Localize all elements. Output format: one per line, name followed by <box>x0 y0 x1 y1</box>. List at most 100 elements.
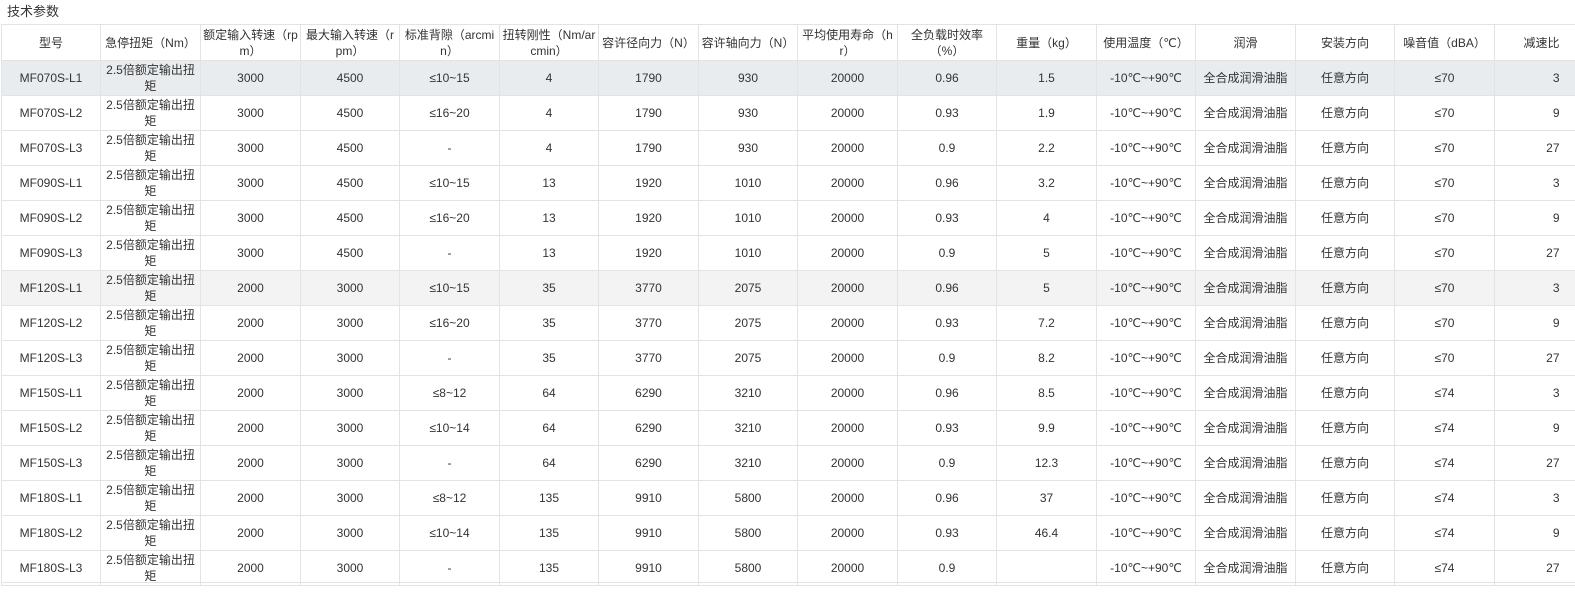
cell-rated-input-speed: 3000 <box>200 235 301 271</box>
cell-service-life: 20000 <box>797 200 898 236</box>
cell-rated-input-speed: 2000 <box>200 270 301 306</box>
cell-model: MF090S-L3 <box>1 235 101 271</box>
cell-mounting: 任意方向 <box>1295 375 1395 411</box>
cell-axial-force: 2075 <box>698 305 798 341</box>
col-header-radial-force: 容许径向力（N） <box>598 24 699 61</box>
cell-torsional-rigidity: 35 <box>499 340 599 376</box>
col-header-temperature: 使用温度（℃） <box>1096 24 1196 61</box>
cell-torsional-rigidity: 64 <box>499 410 599 446</box>
cell-model: MF150S-L3 <box>1 445 101 481</box>
spec-table: 型号 急停扭矩（Nm） 额定输入转速（rpm） 最大输入转速（rpm） 标准背隙… <box>1 24 1575 586</box>
cell-emergency-stop-torque: 2.5倍额定输出扭矩 <box>100 375 201 411</box>
cell-ratio: 27 <box>1494 550 1575 586</box>
cell-radial-force: 1920 <box>598 200 699 236</box>
cell-weight: 1.9 <box>996 95 1097 131</box>
cell-radial-force: 6290 <box>598 445 699 481</box>
table-row: MF070S-L3 2.5倍额定输出扭矩 3000 4500-4 1790 930 2000… <box>1 130 1575 166</box>
cell-radial-force: 1920 <box>598 165 699 201</box>
cell-ratio: 3 <box>1494 480 1575 516</box>
cell-service-life: 20000 <box>797 235 898 271</box>
cell-emergency-stop-torque: 2.5倍额定输出扭矩 <box>100 410 201 446</box>
cell-axial-force: 5800 <box>698 550 798 586</box>
cell-max-input-speed: 3000 <box>300 550 400 586</box>
cell-efficiency: 0.96 <box>897 60 997 96</box>
cell-temperature: -10℃~+90℃ <box>1096 515 1196 551</box>
cell-service-life: 20000 <box>797 515 898 551</box>
cell-lubrication: 全合成润滑油脂 <box>1195 515 1296 551</box>
cell-ratio: 27 <box>1494 340 1575 376</box>
table-body: MF070S-L1 2.5倍额定输出扭矩 3000 4500 ≤10~15 4 1790 93… <box>1 60 1575 586</box>
table-row: MF090S-L2 2.5倍额定输出扭矩 3000 4500 ≤16~20 13 1920 1… <box>1 200 1575 236</box>
cell-weight: 8.5 <box>996 375 1097 411</box>
cell-weight: 2.2 <box>996 130 1097 166</box>
cell-standard-backlash: - <box>399 340 500 376</box>
cell-lubrication: 全合成润滑油脂 <box>1195 375 1296 411</box>
cell-radial-force: 9910 <box>598 480 699 516</box>
cell-emergency-stop-torque: 2.5倍额定输出扭矩 <box>100 165 201 201</box>
cell-rated-input-speed: 2000 <box>200 550 301 586</box>
cell-temperature: -10℃~+90℃ <box>1096 445 1196 481</box>
cell-lubrication: 全合成润滑油脂 <box>1195 340 1296 376</box>
cell-temperature: -10℃~+90℃ <box>1096 95 1196 131</box>
cell-radial-force: 1790 <box>598 60 699 96</box>
cell-axial-force: 2075 <box>698 340 798 376</box>
cell-emergency-stop-torque: 2.5倍额定输出扭矩 <box>100 445 201 481</box>
cell-radial-force: 6290 <box>598 375 699 411</box>
cell-model: MF150S-L1 <box>1 375 101 411</box>
cell-noise: ≤74 <box>1394 515 1495 551</box>
cell-radial-force: 9910 <box>598 515 699 551</box>
cell-mounting: 任意方向 <box>1295 235 1395 271</box>
cell-temperature: -10℃~+90℃ <box>1096 550 1196 586</box>
cell-standard-backlash: ≤10~14 <box>399 515 500 551</box>
cell-axial-force: 5800 <box>698 480 798 516</box>
col-header-ratio: 减速比 <box>1494 24 1575 61</box>
table-bottom-divider <box>1 582 1575 583</box>
cell-ratio: 9 <box>1494 305 1575 341</box>
cell-mounting: 任意方向 <box>1295 445 1395 481</box>
cell-axial-force: 1010 <box>698 165 798 201</box>
table-row: MF180S-L3 2.5倍额定输出扭矩 2000 3000-135 9910 5800 2… <box>1 550 1575 586</box>
cell-standard-backlash: - <box>399 550 500 586</box>
cell-lubrication: 全合成润滑油脂 <box>1195 480 1296 516</box>
cell-efficiency: 0.96 <box>897 480 997 516</box>
cell-noise: ≤70 <box>1394 340 1495 376</box>
cell-torsional-rigidity: 135 <box>499 550 599 586</box>
cell-axial-force: 930 <box>698 95 798 131</box>
table-row: MF180S-L1 2.5倍额定输出扭矩 2000 3000 ≤8~12 135 9910 5… <box>1 480 1575 516</box>
cell-service-life: 20000 <box>797 270 898 306</box>
spec-page: 技术参数 型号 急停扭矩（Nm） 额定输入转速（rpm） 最大输入转速（rpm）… <box>0 0 1575 593</box>
cell-torsional-rigidity: 64 <box>499 445 599 481</box>
cell-noise: ≤74 <box>1394 480 1495 516</box>
col-header-standard-backlash: 标准背隙（arcmin） <box>399 24 500 61</box>
cell-max-input-speed: 3000 <box>300 480 400 516</box>
col-header-model: 型号 <box>1 24 101 61</box>
cell-service-life: 20000 <box>797 550 898 586</box>
cell-lubrication: 全合成润滑油脂 <box>1195 60 1296 96</box>
cell-axial-force: 3210 <box>698 410 798 446</box>
cell-service-life: 20000 <box>797 305 898 341</box>
cell-emergency-stop-torque: 2.5倍额定输出扭矩 <box>100 515 201 551</box>
cell-noise: ≤70 <box>1394 200 1495 236</box>
cell-rated-input-speed: 2000 <box>200 375 301 411</box>
cell-service-life: 20000 <box>797 410 898 446</box>
cell-emergency-stop-torque: 2.5倍额定输出扭矩 <box>100 340 201 376</box>
cell-torsional-rigidity: 4 <box>499 60 599 96</box>
cell-standard-backlash: ≤8~12 <box>399 375 500 411</box>
cell-emergency-stop-torque: 2.5倍额定输出扭矩 <box>100 130 201 166</box>
cell-model: MF180S-L3 <box>1 550 101 586</box>
table-row: MF120S-L3 2.5倍额定输出扭矩 2000 3000-35 3770 2075 20… <box>1 340 1575 376</box>
cell-radial-force: 3770 <box>598 270 699 306</box>
col-header-noise: 噪音值（dBA） <box>1394 24 1495 61</box>
cell-standard-backlash: - <box>399 445 500 481</box>
cell-temperature: -10℃~+90℃ <box>1096 375 1196 411</box>
cell-mounting: 任意方向 <box>1295 200 1395 236</box>
table-row: MF120S-L1 2.5倍额定输出扭矩 2000 3000 ≤10~15 35 3770 2… <box>1 270 1575 306</box>
cell-noise: ≤70 <box>1394 165 1495 201</box>
cell-weight: 3.2 <box>996 165 1097 201</box>
table-row: MF120S-L2 2.5倍额定输出扭矩 2000 3000 ≤16~20 35 3770 2… <box>1 305 1575 341</box>
cell-service-life: 20000 <box>797 95 898 131</box>
cell-standard-backlash: - <box>399 130 500 166</box>
cell-model: MF070S-L2 <box>1 95 101 131</box>
cell-axial-force: 930 <box>698 130 798 166</box>
cell-max-input-speed: 4500 <box>300 130 400 166</box>
